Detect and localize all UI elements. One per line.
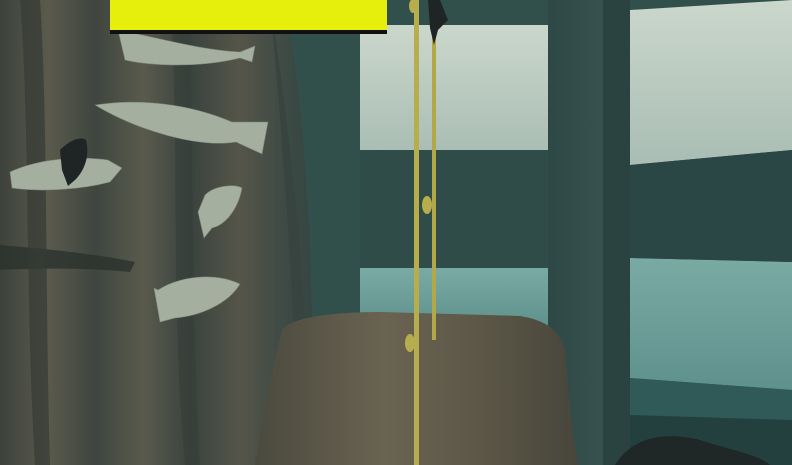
kelp-stalk-2 [432,30,436,340]
kelp-stalk-1 [414,0,419,465]
hud-status-bar [110,0,387,30]
window-right [630,0,792,465]
game-viewport[interactable] [0,0,792,465]
window-center [360,25,548,328]
